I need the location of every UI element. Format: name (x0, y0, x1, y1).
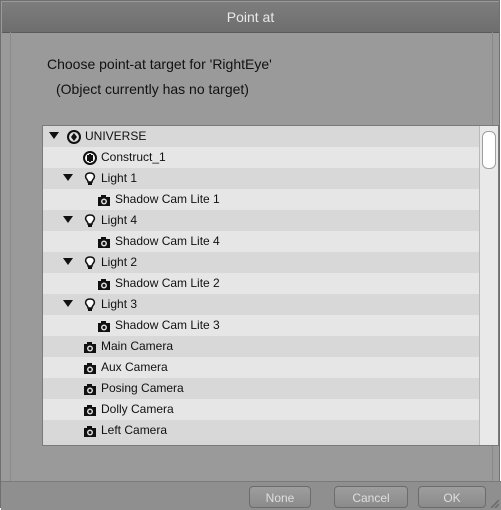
tree-row-label: Dolly Camera (101, 402, 174, 416)
tree-row-light-3[interactable]: Light 3 (43, 294, 480, 315)
tree-row-main-camera[interactable]: Main Camera (43, 336, 480, 357)
tree-row-label: Aux Camera (101, 360, 168, 374)
none-button[interactable]: None (249, 486, 311, 508)
tree-row-label: Main Camera (101, 339, 174, 353)
expand-toggle-icon[interactable] (63, 168, 73, 189)
tree-row-label: Posing Camera (101, 381, 184, 395)
tree-row-label: Shadow Cam Lite 2 (115, 276, 220, 290)
cancel-button[interactable]: Cancel (334, 486, 408, 508)
prompt-text: Choose point-at target for 'RightEye' (47, 56, 272, 72)
tree-row-label: Construct_1 (101, 150, 166, 164)
camera-icon (97, 193, 111, 207)
tree-row-construct-1[interactable]: Construct_1 (43, 147, 480, 168)
tree-row-shadow-cam-lite-3[interactable]: Shadow Cam Lite 3 (43, 315, 480, 336)
tree-row-label: Shadow Cam Lite 1 (115, 192, 220, 206)
expand-toggle-icon[interactable] (63, 294, 73, 315)
expand-toggle-icon[interactable] (49, 126, 59, 147)
dialog-title: Point at (226, 9, 275, 25)
tree-row-dolly-camera[interactable]: Dolly Camera (43, 399, 480, 420)
camera-icon (83, 403, 97, 417)
tree-row-label: Light 3 (101, 297, 138, 311)
tree-row-label: Left Camera (101, 423, 168, 437)
scrollbar-thumb[interactable] (482, 131, 496, 169)
tree-row-light-2[interactable]: Light 2 (43, 252, 480, 273)
tree-row-shadow-cam-lite-4[interactable]: Shadow Cam Lite 4 (43, 231, 480, 252)
expand-toggle-icon[interactable] (63, 210, 73, 231)
point-at-dialog: Point at Choose point-at target for 'Rig… (0, 0, 501, 510)
camera-icon (97, 235, 111, 249)
camera-icon (97, 319, 111, 333)
object-tree-list[interactable]: UNIVERSE Construct_1 Light 1 Shadow Cam … (42, 125, 499, 446)
title-bar: Point at (2, 2, 499, 33)
construct-icon (83, 150, 97, 165)
expand-toggle-icon[interactable] (63, 252, 73, 273)
tree-row-posing-camera[interactable]: Posing Camera (43, 378, 480, 399)
tree-row-label: Light 2 (101, 255, 138, 269)
tree-scrollbar[interactable] (479, 126, 498, 445)
target-status-text: (Object currently has no target) (56, 81, 249, 97)
tree-row-label: Light 1 (101, 171, 138, 185)
light-bulb-icon (83, 172, 97, 186)
tree-row-left-camera[interactable]: Left Camera (43, 420, 480, 441)
tree-row-shadow-cam-lite-1[interactable]: Shadow Cam Lite 1 (43, 189, 480, 210)
tree-row-light-1[interactable]: Light 1 (43, 168, 480, 189)
dialog-footer: None Cancel OK (1, 481, 501, 510)
ok-button[interactable]: OK (418, 486, 486, 508)
light-bulb-icon (83, 256, 97, 270)
camera-icon (83, 340, 97, 354)
light-bulb-icon (83, 298, 97, 312)
tree-row-label: Shadow Cam Lite 4 (115, 234, 220, 248)
camera-icon (83, 382, 97, 396)
light-bulb-icon (83, 214, 97, 228)
tree-row-shadow-cam-lite-2[interactable]: Shadow Cam Lite 2 (43, 273, 480, 294)
globe-icon (67, 129, 81, 144)
tree-row-aux-camera[interactable]: Aux Camera (43, 357, 480, 378)
camera-icon (97, 277, 111, 291)
camera-icon (83, 424, 97, 438)
tree-row-universe[interactable]: UNIVERSE (43, 126, 480, 147)
camera-icon (83, 361, 97, 375)
resize-grip-icon[interactable] (489, 498, 499, 508)
tree-row-light-4[interactable]: Light 4 (43, 210, 480, 231)
tree-row-label: Light 4 (101, 213, 138, 227)
tree-row-label: Shadow Cam Lite 3 (115, 318, 220, 332)
tree-row-label: UNIVERSE (85, 129, 147, 143)
